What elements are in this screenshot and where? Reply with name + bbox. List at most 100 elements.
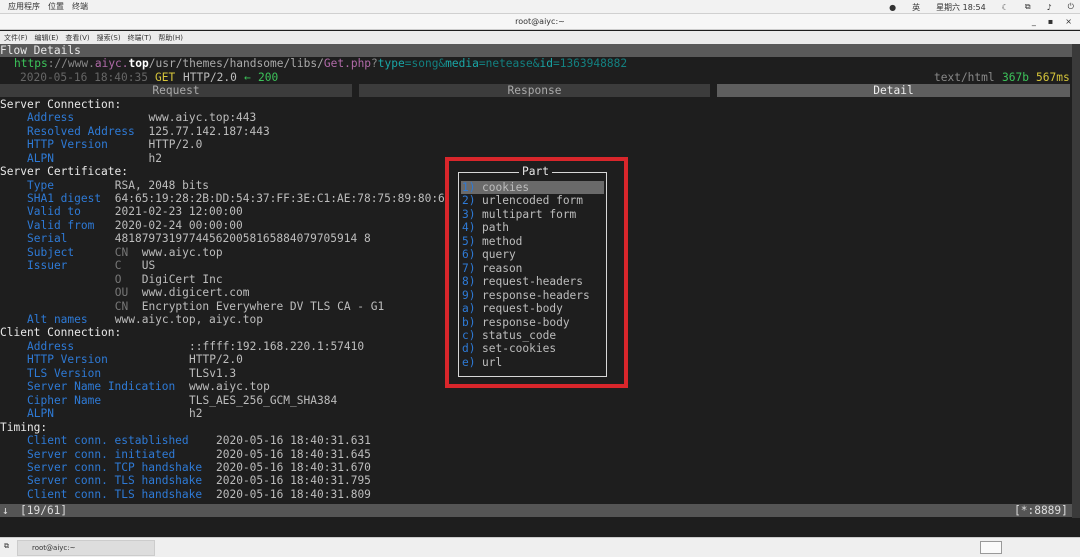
- header-text: Flow Details: [0, 44, 81, 57]
- part-menu-item[interactable]: 1) cookies: [461, 181, 604, 195]
- workspace-switcher[interactable]: [980, 541, 1002, 554]
- field-label: Valid to: [27, 205, 81, 219]
- close-button[interactable]: ×: [1065, 14, 1072, 30]
- size: 367b: [1002, 70, 1029, 84]
- part-menu-item[interactable]: e) url: [461, 356, 604, 369]
- menu-search[interactable]: 搜索(S): [97, 33, 121, 43]
- field-value: HTTP/2.0: [148, 138, 203, 152]
- field-label: Issuer: [27, 259, 68, 273]
- menu-view[interactable]: 查看(V): [65, 33, 89, 43]
- part-menu-item[interactable]: d) set-cookies: [461, 342, 604, 355]
- status-bar: ↓ [19/61] [*:8889]: [0, 504, 1072, 518]
- method: GET: [155, 70, 176, 84]
- window-titlebar: root@aiyc:~ _ ▪ ×: [0, 14, 1080, 30]
- part-menu-item[interactable]: 3) multipart form: [461, 208, 604, 221]
- url-text[interactable]: https://www.aiyc.top/usr/themes/handsome…: [14, 57, 627, 70]
- task-label: root@aiyc:~: [32, 544, 76, 552]
- terminal-menu[interactable]: 终端: [72, 1, 88, 12]
- flow-details-header: Flow Details: [0, 44, 1072, 58]
- tab-response[interactable]: Response: [359, 84, 710, 98]
- field-label: Cipher Name: [27, 393, 102, 407]
- part-menu-item[interactable]: c) status_code: [461, 329, 604, 342]
- part-menu-item[interactable]: 5) method: [461, 235, 604, 248]
- part-menu-item[interactable]: 4) path: [461, 221, 604, 234]
- field-value: TLSv1.3: [189, 366, 237, 380]
- part-menu-title: Part: [519, 165, 552, 178]
- field-value: DigiCert Inc: [141, 272, 223, 286]
- field-value: 2020-05-16 18:40:31.670: [216, 460, 371, 474]
- scrollbar[interactable]: [1072, 44, 1080, 518]
- clock[interactable]: 星期六 18:54: [936, 2, 986, 13]
- field-value: RSA, 2048 bits: [114, 178, 210, 192]
- part-menu: Part 1) cookies 2) urlencoded form 3) multipa…: [458, 165, 607, 377]
- part-menu-item[interactable]: 7) reason: [461, 262, 604, 275]
- item-label: path: [482, 221, 509, 235]
- menu-bar: 文件(F) 编辑(E) 查看(V) 搜索(S) 终端(T) 帮助(H): [0, 31, 1080, 44]
- field-label: HTTP Version: [27, 138, 108, 152]
- field-value: CN: [114, 299, 129, 313]
- field-label: HTTP Version: [27, 353, 108, 367]
- field-value: www.aiyc.top:443: [148, 111, 257, 125]
- menu-help[interactable]: 帮助(H): [158, 33, 183, 43]
- input-method[interactable]: 英: [912, 2, 920, 13]
- menu-file[interactable]: 文件(F): [4, 33, 28, 43]
- detail-row: Client conn. established 2020-05-16 18:40…: [0, 434, 1072, 447]
- field-value: www.aiyc.top: [141, 245, 223, 259]
- field-label: SHA1 digest: [27, 191, 102, 205]
- taskbar-terminal[interactable]: root@aiyc:~: [17, 540, 155, 556]
- scroll-arrow-icon: ↓: [2, 504, 9, 517]
- part-menu-item[interactable]: 9) response-headers: [461, 289, 604, 302]
- url-val: =netease&: [478, 57, 540, 71]
- section-title: Timing:: [0, 421, 1072, 434]
- maximize-button[interactable]: ▪: [1048, 14, 1053, 30]
- menu-terminal[interactable]: 终端(T): [128, 33, 152, 43]
- minimize-button[interactable]: _: [1032, 14, 1036, 30]
- field-label: Server conn. TCP handshake: [27, 460, 203, 474]
- night-icon[interactable]: ☾: [1002, 3, 1009, 12]
- timestamp: 2020-05-16 18:40:35: [20, 70, 148, 84]
- url-key: id: [539, 57, 553, 71]
- field-value: 2020-05-16 18:40:31.795: [216, 474, 371, 488]
- tab-detail[interactable]: Detail: [717, 84, 1070, 98]
- part-menu-item[interactable]: b) response-body: [461, 316, 604, 329]
- field-value: Server Certificate:: [0, 165, 128, 179]
- field-label: Subject: [27, 245, 75, 259]
- tab-request[interactable]: Request: [0, 84, 352, 98]
- field-label: Address: [27, 111, 75, 125]
- field-value: 2020-05-16 18:40:31.809: [216, 487, 371, 501]
- flow-position: [19/61]: [20, 504, 68, 517]
- url-tld: top: [128, 57, 149, 71]
- field-value: Client Connection:: [0, 326, 122, 340]
- detail-row: Server conn. TLS handshake 2020-05-16 18:…: [0, 474, 1072, 487]
- field-value: 2021-02-23 12:00:00: [114, 205, 243, 219]
- network-icon[interactable]: ⧉: [1025, 2, 1031, 12]
- field-value: CN: [114, 245, 129, 259]
- item-key: a): [462, 302, 476, 316]
- part-menu-item[interactable]: 6) query: [461, 248, 604, 261]
- field-value: Timing:: [0, 420, 48, 434]
- url-ext: php: [350, 57, 372, 71]
- taskbar: ⧉ root@aiyc:~: [0, 537, 1080, 557]
- field-label: Server conn. TLS handshake: [27, 474, 203, 488]
- item-key: d): [462, 342, 476, 356]
- duration: 567ms: [1036, 70, 1070, 84]
- item-label: request-headers: [482, 275, 584, 289]
- item-key: 4): [462, 221, 476, 235]
- places-menu[interactable]: 位置: [48, 1, 64, 12]
- volume-icon[interactable]: ♪: [1047, 3, 1052, 12]
- power-icon[interactable]: ⏻: [1068, 2, 1074, 12]
- part-menu-item[interactable]: 8) request-headers: [461, 275, 604, 288]
- part-menu-item[interactable]: 2) urlencoded form: [461, 194, 604, 207]
- item-key: 3): [462, 207, 476, 221]
- part-menu-item[interactable]: a) request-body: [461, 302, 604, 315]
- accessibility-icon[interactable]: ●: [889, 3, 896, 12]
- field-label: Type: [27, 178, 54, 192]
- apps-menu[interactable]: 应用程序: [8, 1, 40, 12]
- field-value: US: [141, 259, 156, 273]
- item-label: multipart form: [482, 207, 577, 221]
- menu-edit[interactable]: 编辑(E): [35, 33, 59, 43]
- field-value: OU: [114, 286, 129, 300]
- field-value: 64:65:19:28:2B:DD:54:37:FF:3E:C1:AE:78:7…: [114, 191, 452, 205]
- show-desktop-icon[interactable]: ⧉: [4, 542, 9, 551]
- status-code: 200: [258, 70, 279, 84]
